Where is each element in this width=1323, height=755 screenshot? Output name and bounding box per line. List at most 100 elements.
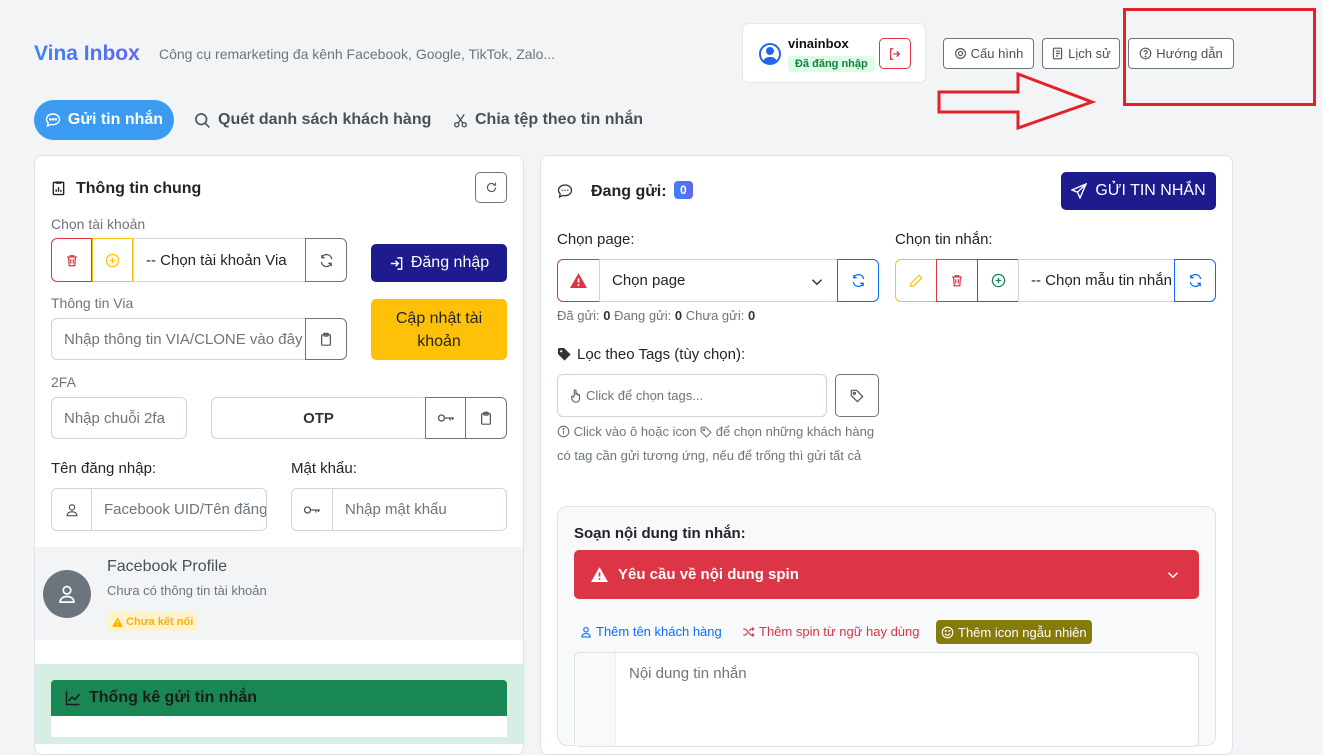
plus-circle-icon: [105, 253, 120, 267]
delete-account-button[interactable]: [51, 238, 92, 282]
profile-title: Facebook Profile: [107, 558, 228, 575]
clipboard-data-icon: [52, 181, 65, 196]
chevron-down-icon: [811, 279, 823, 286]
login-label: Đăng nhập: [410, 254, 490, 271]
logout-icon: [889, 47, 901, 60]
delete-message-button[interactable]: [936, 259, 978, 302]
paste-via-button[interactable]: [305, 318, 347, 360]
arrow-repeat-icon: [852, 273, 864, 288]
sending-count: 0: [674, 308, 683, 323]
shuffle-icon: [743, 626, 755, 637]
warning-icon: [112, 616, 123, 627]
spin-requirements-accordion[interactable]: Yêu cầu về nội dung spin: [574, 550, 1199, 599]
tab-send-message[interactable]: Gửi tin nhắn: [34, 100, 174, 140]
via-input[interactable]: Nhập thông tin VIA/CLONE vào đây: [51, 318, 306, 360]
tags-input[interactable]: Click để chọn tags...: [557, 374, 827, 417]
scissors-icon: [454, 113, 467, 127]
insert-spin-button[interactable]: Thêm spin từ ngữ hay dùng: [742, 624, 920, 639]
spin-alert-label: Yêu cầu về nội dung spin: [618, 566, 799, 583]
key-icon: [437, 414, 454, 422]
hand-pointer-icon: [571, 388, 581, 403]
gear-icon: [954, 48, 966, 59]
tags-placeholder: Click để chọn tags...: [586, 388, 704, 403]
box-arrow-in-icon: [390, 256, 403, 270]
graph-up-icon: [65, 691, 81, 706]
history-button[interactable]: Lịch sử: [1042, 38, 1120, 69]
key-icon: [303, 505, 320, 514]
tab-scan-customers[interactable]: Quét danh sách khách hàng: [194, 100, 431, 140]
unsent-count: 0: [748, 308, 756, 323]
insert-random-icon-button[interactable]: Thêm icon ngẫu nhiên: [936, 620, 1092, 644]
tag-icon: [700, 426, 712, 438]
trash-icon: [952, 275, 962, 287]
select-tags-button[interactable]: [835, 374, 879, 417]
insert-spin-label: Thêm spin từ ngữ hay dùng: [759, 624, 920, 639]
stats-header: Thống kê gửi tin nhắn: [51, 680, 507, 716]
insert-random-icon-label: Thêm icon ngẫu nhiên: [958, 624, 1087, 640]
copy-otp-button[interactable]: [465, 397, 507, 439]
app-title: Vina Inbox: [34, 42, 140, 65]
search-icon: [195, 112, 210, 128]
edit-message-button[interactable]: [895, 259, 937, 302]
username-label: Tên đăng nhập:: [51, 460, 157, 477]
account-select[interactable]: -- Chọn tài khoản Via: [133, 238, 306, 282]
reload-pages-button[interactable]: [837, 259, 879, 302]
history-label: Lịch sử: [1068, 46, 1111, 61]
config-button[interactable]: Cấu hình: [943, 38, 1034, 69]
message-editor[interactable]: Nội dung tin nhắn: [574, 652, 1199, 747]
tag-icon: [850, 389, 864, 403]
add-message-button[interactable]: [977, 259, 1019, 302]
twofa-label: 2FA: [51, 374, 76, 390]
trash-icon: [66, 254, 77, 266]
editor-gutter: [575, 653, 616, 746]
generate-otp-button[interactable]: [425, 397, 466, 439]
logout-button[interactable]: [879, 38, 911, 69]
send-message-label: GỬI TIN NHẮN: [1095, 182, 1206, 199]
person-icon-addon: [51, 488, 92, 531]
tags-filter-label: Lọc theo Tags (tùy chọn):: [557, 346, 745, 363]
tab-label: Quét danh sách khách hàng: [218, 111, 432, 128]
warning-icon: [591, 567, 608, 582]
send-counts: Đã gửi: 0 Đang gửi: 0 Chưa gửi: 0: [557, 308, 755, 323]
person-icon: [581, 626, 591, 637]
username-input[interactable]: Facebook UID/Tên đăng nhập: [91, 488, 267, 531]
app-subtitle: Công cụ remarketing đa kênh Facebook, Go…: [159, 46, 556, 62]
sending-label: Đang gửi:: [591, 183, 667, 200]
clipboard-icon: [321, 332, 331, 346]
insert-customer-name-button[interactable]: Thêm tên khách hàng: [580, 624, 722, 639]
chevron-down-icon: [1167, 572, 1179, 579]
add-account-button[interactable]: [92, 238, 133, 282]
config-label: Cấu hình: [970, 46, 1024, 61]
chat-dots-icon: [557, 184, 573, 199]
page-select[interactable]: Chọn page: [599, 259, 838, 302]
message-textarea-placeholder: Nội dung tin nhắn: [629, 665, 747, 682]
profile-desc: Chưa có thông tin tài khoản: [107, 583, 267, 598]
stats-body: [51, 716, 507, 737]
profile-status-label: Chưa kết nối: [126, 615, 194, 628]
tags-help-text: Click vào ô hoặc icon để chọn những khác…: [557, 420, 877, 468]
twofa-input[interactable]: Nhập chuỗi 2fa: [51, 397, 187, 439]
arrow-repeat-icon: [1189, 273, 1201, 288]
password-input[interactable]: Nhập mật khẩu: [332, 488, 507, 531]
clipboard-icon: [481, 411, 491, 425]
page-label: Chọn page:: [557, 231, 635, 248]
login-status-badge: Đã đăng nhập: [788, 56, 875, 72]
login-button[interactable]: Đăng nhập: [371, 244, 507, 282]
annotation-highlight-box: [1123, 8, 1316, 106]
update-account-button[interactable]: Cập nhật tài khoản: [371, 299, 507, 360]
panel-title: Thông tin chung: [76, 180, 202, 197]
tags-icon: [557, 347, 571, 361]
reload-accounts-button[interactable]: [305, 238, 347, 282]
annotation-arrow-icon: [937, 71, 1097, 131]
chat-icon: [45, 113, 61, 128]
reload-messages-button[interactable]: [1174, 259, 1216, 302]
person-icon: [59, 585, 75, 603]
refresh-button[interactable]: [475, 172, 507, 203]
warning-icon: [570, 273, 587, 288]
message-template-select[interactable]: -- Chọn mẫu tin nhắn: [1018, 259, 1175, 302]
message-label: Chọn tin nhắn:: [895, 231, 993, 248]
user-icon: [759, 43, 781, 65]
tab-split-files[interactable]: Chia tệp theo tin nhắn: [453, 100, 643, 140]
send-message-button[interactable]: GỬI TIN NHẮN: [1061, 172, 1216, 210]
smile-icon: [941, 626, 954, 638]
